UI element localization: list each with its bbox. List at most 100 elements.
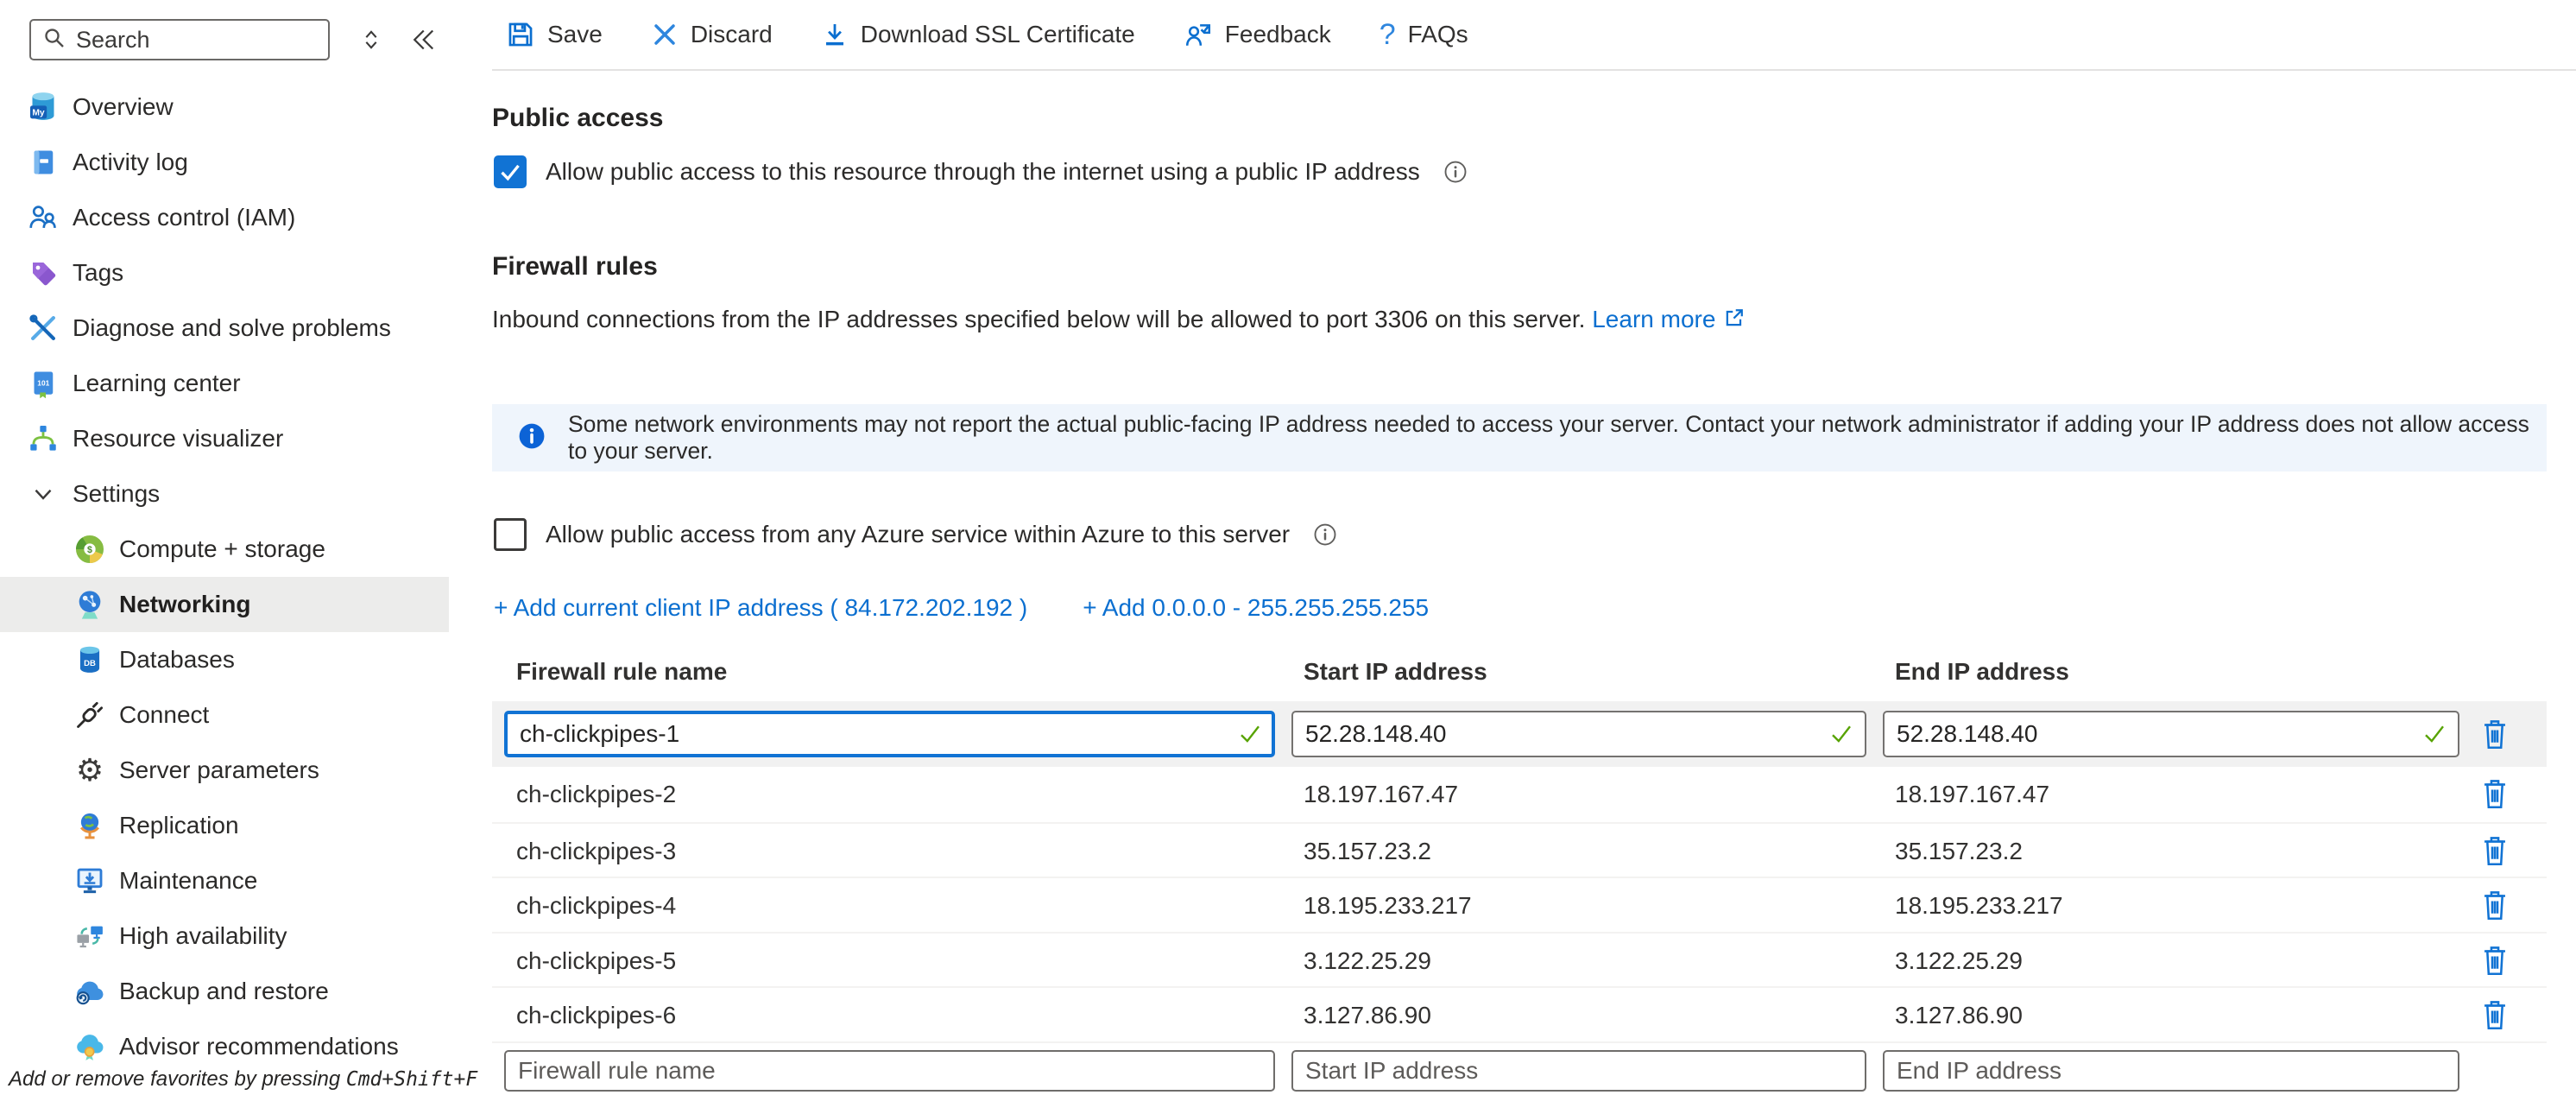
learn-more-link[interactable]: Learn more	[1592, 306, 1715, 332]
delete-rule-button[interactable]	[2476, 772, 2514, 815]
info-tooltip-icon[interactable]	[1312, 522, 1338, 548]
faqs-button[interactable]: ? FAQs	[1380, 18, 1468, 52]
trash-icon	[2479, 942, 2510, 978]
sidebar-item-resource-visualizer[interactable]: Resource visualizer	[0, 411, 449, 466]
discard-button[interactable]: Discard	[651, 21, 773, 48]
command-bar: Save Discard Download SSL Certificate Fe…	[492, 0, 1468, 69]
backup-cloud-icon	[73, 974, 107, 1009]
table-row[interactable]: ch-clickpipes-4 18.195.233.217 18.195.23…	[492, 877, 2547, 932]
faqs-label: FAQs	[1408, 21, 1468, 48]
sidebar-item-access-control[interactable]: Access control (IAM)	[0, 190, 449, 245]
public-access-checkbox[interactable]	[494, 155, 527, 188]
feedback-icon	[1184, 20, 1213, 49]
end-ip-cell: 3.122.25.29	[1895, 947, 2023, 975]
sidebar-item-backup-restore[interactable]: Backup and restore	[0, 964, 449, 1019]
start-ip-cell: 35.157.23.2	[1304, 838, 1431, 865]
delete-rule-button[interactable]	[2476, 712, 2514, 756]
resource-visualizer-tree-icon	[26, 421, 60, 456]
sidebar-item-label: Tags	[73, 259, 123, 287]
networking-pane: Public access Allow public access to thi…	[492, 69, 2576, 1095]
new-rule-name-wrap	[504, 1050, 1275, 1092]
resource-menu-sidebar: My Overview Activity log Access control …	[0, 69, 449, 1095]
table-row[interactable]: ch-clickpipes-3 35.157.23.2 35.157.23.2	[492, 822, 2547, 877]
databases-cylinder-icon: DB	[73, 642, 107, 677]
sidebar-item-label: Connect	[119, 701, 209, 729]
sidebar-group-label: Settings	[73, 480, 160, 508]
sidebar-item-activity-log[interactable]: Activity log	[0, 135, 449, 190]
feedback-button[interactable]: Feedback	[1184, 20, 1331, 49]
delete-rule-button[interactable]	[2476, 993, 2514, 1036]
table-row[interactable]: ch-clickpipes-5 3.122.25.29 3.122.25.29	[492, 932, 2547, 987]
end-ip-cell: 3.127.86.90	[1895, 1002, 2023, 1029]
new-rule-name-input[interactable]	[504, 1050, 1275, 1092]
access-control-people-icon	[26, 200, 60, 235]
sidebar-item-advisor-recommendations[interactable]: Advisor recommendations	[0, 1019, 449, 1074]
trash-icon	[2479, 775, 2510, 812]
valid-check-icon	[1237, 721, 1263, 751]
firewall-rule-edit-row	[492, 701, 2547, 767]
delete-rule-button[interactable]	[2476, 829, 2514, 872]
sidebar-item-label: Maintenance	[119, 867, 257, 895]
firewall-table-header: Firewall rule name Start IP address End …	[492, 658, 2547, 689]
sidebar-item-label: Networking	[119, 591, 250, 618]
sidebar-item-label: Activity log	[73, 149, 188, 176]
question-mark-icon: ?	[1380, 18, 1396, 52]
info-filled-icon	[516, 421, 547, 456]
sidebar-item-label: High availability	[119, 922, 287, 950]
search-input[interactable]	[76, 27, 309, 54]
table-row[interactable]: ch-clickpipes-6 3.127.86.90 3.127.86.90	[492, 986, 2547, 1041]
delete-rule-button[interactable]	[2476, 939, 2514, 982]
networking-globe-icon	[73, 587, 107, 622]
add-client-ip-link[interactable]: + Add current client IP address ( 84.172…	[494, 594, 1027, 622]
sidebar-item-server-parameters[interactable]: ⚙ Server parameters	[0, 743, 449, 798]
high-availability-sync-icon	[73, 919, 107, 953]
new-end-ip-wrap	[1883, 1050, 2459, 1092]
rule-name-cell: ch-clickpipes-2	[516, 781, 676, 808]
save-button[interactable]: Save	[506, 20, 603, 49]
svg-text:101: 101	[37, 378, 49, 387]
sidebar-item-diagnose[interactable]: Diagnose and solve problems	[0, 301, 449, 356]
add-all-range-link[interactable]: + Add 0.0.0.0 - 255.255.255.255	[1083, 594, 1429, 622]
sidebar-item-high-availability[interactable]: High availability	[0, 908, 449, 964]
rule-name-input[interactable]	[504, 711, 1275, 757]
compute-storage-donut-icon: $	[73, 532, 107, 566]
valid-check-icon	[2421, 721, 2447, 751]
sidebar-group-settings[interactable]: Settings	[0, 466, 449, 522]
new-start-ip-input[interactable]	[1291, 1050, 1866, 1092]
sidebar-item-networking[interactable]: Networking	[0, 577, 449, 632]
azure-access-checkbox-label: Allow public access from any Azure servi…	[546, 521, 1290, 548]
sidebar-item-tags[interactable]: Tags	[0, 245, 449, 301]
new-end-ip-input[interactable]	[1883, 1050, 2459, 1092]
sidebar-item-learning-center[interactable]: 101 Learning center	[0, 356, 449, 411]
start-ip-input[interactable]	[1291, 711, 1866, 757]
diagnose-tools-icon	[26, 311, 60, 345]
sidebar-item-label: Replication	[119, 812, 239, 839]
sidebar-item-replication[interactable]: Replication	[0, 798, 449, 853]
end-ip-cell: 18.197.167.47	[1895, 781, 2049, 808]
collapse-menu-icon[interactable]	[402, 19, 444, 60]
end-ip-input[interactable]	[1883, 711, 2459, 757]
sidebar-item-maintenance[interactable]: Maintenance	[0, 853, 449, 908]
sidebar-item-databases[interactable]: DB Databases	[0, 632, 449, 687]
sidebar-item-label: Databases	[119, 646, 235, 674]
start-ip-input-wrap	[1291, 711, 1866, 757]
info-tooltip-icon[interactable]	[1443, 159, 1468, 185]
advisor-cloud-medal-icon	[73, 1029, 107, 1064]
start-ip-cell: 18.195.233.217	[1304, 892, 1472, 920]
azure-access-checkbox[interactable]	[494, 518, 527, 551]
expand-collapse-all-icon[interactable]	[350, 19, 392, 60]
rule-name-cell: ch-clickpipes-3	[516, 838, 676, 865]
download-icon	[821, 21, 849, 48]
table-row[interactable]: ch-clickpipes-2 18.197.167.47 18.197.167…	[492, 767, 2547, 822]
sidebar-item-compute-storage[interactable]: $ Compute + storage	[0, 522, 449, 577]
delete-rule-button[interactable]	[2476, 883, 2514, 927]
download-ssl-certificate-button[interactable]: Download SSL Certificate	[821, 21, 1135, 48]
sidebar-item-label: Server parameters	[119, 756, 319, 784]
connect-plug-icon	[73, 698, 107, 732]
sidebar-search[interactable]	[29, 19, 330, 60]
learning-center-book-icon: 101	[26, 366, 60, 401]
header-start-ip: Start IP address	[1304, 658, 1487, 686]
sidebar-item-connect[interactable]: Connect	[0, 687, 449, 743]
sidebar-item-overview[interactable]: My Overview	[0, 79, 449, 135]
top-bar: Save Discard Download SSL Certificate Fe…	[0, 0, 2576, 69]
